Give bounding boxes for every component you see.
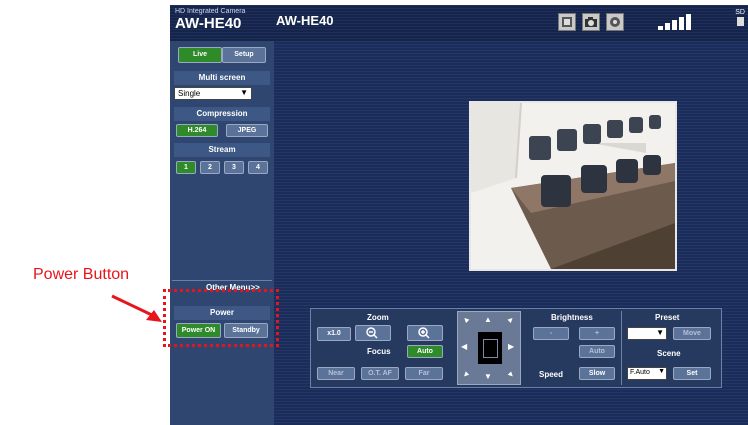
scene-set-button[interactable]: Set (673, 367, 711, 380)
focus-auto-button[interactable]: Auto (407, 345, 443, 358)
tab-live[interactable]: Live (178, 47, 222, 63)
focus-far-button[interactable]: Far (405, 367, 443, 380)
pan-up-right-icon[interactable]: ▲ (505, 314, 517, 326)
stream-3-button[interactable]: 3 (224, 161, 244, 174)
focus-label: Focus (367, 347, 391, 356)
sidebar: Live Setup Multi screen Single ▼ Compres… (170, 41, 274, 425)
scene-value: F.Auto (630, 369, 650, 376)
focus-otaf-button[interactable]: O.T. AF (361, 367, 399, 380)
preset-label: Preset (655, 313, 680, 322)
chevron-down-icon: ▼ (240, 88, 248, 97)
signal-strength-icon (658, 11, 694, 36)
brand-logo: AW-HE40 (175, 15, 242, 32)
pan-right-icon[interactable]: ▶ (508, 342, 514, 351)
top-bar: HD Integrated Camera AW-HE40 AW-HE40 SD (170, 5, 748, 41)
sd-label: SD (735, 9, 745, 16)
camera-web-interface: HD Integrated Camera AW-HE40 AW-HE40 SD (170, 5, 748, 425)
camera-control-panel: Zoom x1.0 Focus Auto Near O.T. AF Far ▲ … (310, 308, 722, 388)
camera-icon[interactable] (582, 13, 600, 31)
brand-subtitle: HD Integrated Camera (175, 8, 246, 15)
power-highlight-box (163, 289, 279, 347)
sidebar-divider (172, 280, 272, 281)
stream-2-button[interactable]: 2 (200, 161, 220, 174)
pan-tilt-pad[interactable]: ▲ ▼ ◀ ▶ ▲ ▲ ▼ ▼ (457, 311, 521, 385)
chevron-down-icon: ▼ (656, 328, 664, 337)
chevron-down-icon: ▼ (658, 368, 665, 375)
pan-down-right-icon[interactable]: ▼ (505, 369, 517, 381)
preset-move-button[interactable]: Move (673, 327, 711, 340)
jpeg-button[interactable]: JPEG (226, 124, 268, 137)
model-title: AW-HE40 (276, 13, 334, 28)
annotation-arrow-icon (111, 294, 162, 322)
pan-left-icon[interactable]: ◀ (461, 342, 467, 351)
stream-4-button[interactable]: 4 (248, 161, 268, 174)
tilt-up-icon[interactable]: ▲ (484, 315, 492, 324)
h264-button[interactable]: H.264 (176, 124, 218, 137)
stream-1-button[interactable]: 1 (176, 161, 196, 174)
zoom-out-button[interactable] (355, 325, 391, 341)
brightness-plus-button[interactable]: + (579, 327, 615, 340)
focus-near-button[interactable]: Near (317, 367, 355, 380)
snapshot-icon[interactable] (558, 13, 576, 31)
scene-select[interactable]: F.Auto ▼ (627, 367, 667, 380)
multi-screen-value: Single (178, 89, 201, 98)
scene-label: Scene (657, 349, 681, 358)
annotation-label: Power Button (33, 266, 130, 283)
pan-down-left-icon[interactable]: ▼ (460, 369, 472, 381)
live-video-image[interactable] (469, 101, 677, 271)
stream-header: Stream (174, 143, 270, 157)
sd-card-icon (736, 17, 744, 26)
brightness-minus-button[interactable]: - (533, 327, 569, 340)
pan-up-left-icon[interactable]: ▲ (460, 314, 472, 326)
speed-label: Speed (539, 370, 564, 379)
brightness-label: Brightness (551, 313, 593, 322)
multi-screen-header: Multi screen (174, 71, 270, 85)
settings-icon[interactable] (606, 13, 624, 31)
pan-tilt-center[interactable] (478, 332, 502, 364)
sd-card-indicator: SD (735, 9, 745, 26)
preset-select[interactable]: ▼ (627, 327, 667, 340)
zoom-out-icon (366, 327, 378, 339)
zoom-x1-button[interactable]: x1.0 (317, 327, 351, 341)
zoom-in-icon (418, 327, 430, 339)
panel-divider (621, 311, 622, 385)
brightness-auto-button[interactable]: Auto (579, 345, 615, 358)
speed-slow-button[interactable]: Slow (579, 367, 615, 380)
tab-setup[interactable]: Setup (222, 47, 266, 63)
multi-screen-select[interactable]: Single ▼ (174, 87, 252, 100)
zoom-label: Zoom (367, 313, 389, 322)
zoom-in-button[interactable] (407, 325, 443, 341)
compression-header: Compression (174, 107, 270, 121)
tilt-down-icon[interactable]: ▼ (484, 372, 492, 381)
